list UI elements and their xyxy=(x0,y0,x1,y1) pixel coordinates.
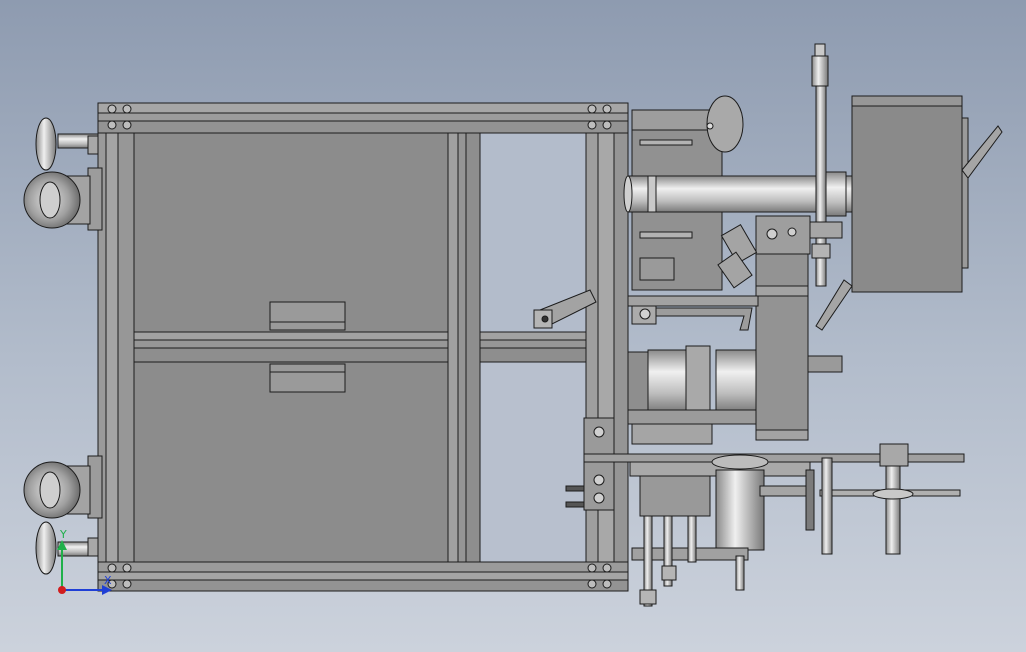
leveling-foot-bottom xyxy=(35,521,99,575)
vertical-shaft xyxy=(807,43,843,287)
origin-dot xyxy=(58,586,66,594)
cad-viewport[interactable]: Y X xyxy=(0,0,1026,652)
leveling-foot-top xyxy=(35,117,99,171)
y-axis-label: Y xyxy=(59,528,67,541)
center-column xyxy=(755,253,843,441)
lower-assembly xyxy=(583,443,965,561)
caster-bottom xyxy=(23,455,103,519)
caster-top xyxy=(23,167,103,231)
drive-motor xyxy=(627,345,757,445)
machine-drawing[interactable]: Y X xyxy=(0,0,1026,652)
x-axis-label: X xyxy=(104,574,112,587)
cabinet-frame xyxy=(97,102,629,592)
